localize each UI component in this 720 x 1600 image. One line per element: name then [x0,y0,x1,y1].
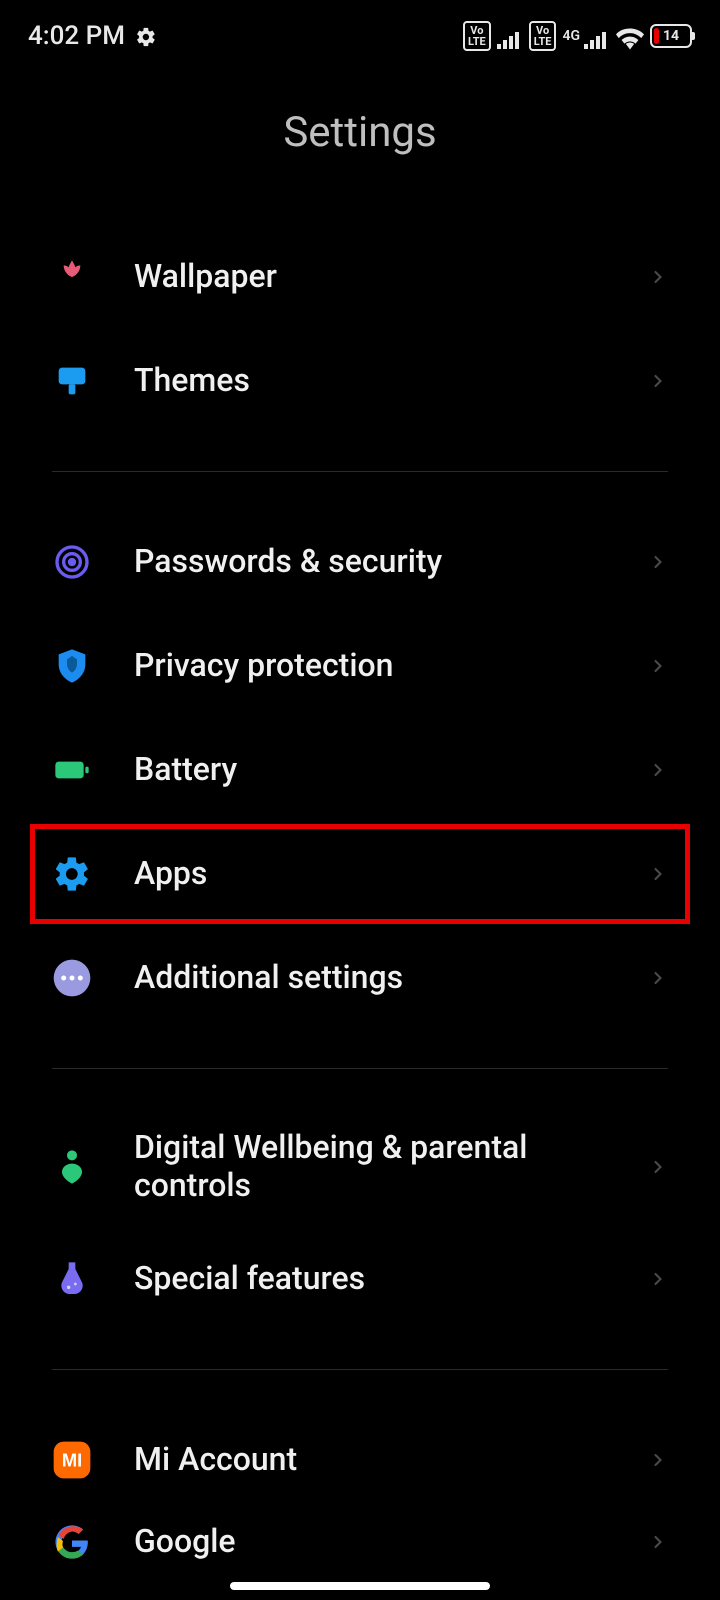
volte-icon-2: VoLTE [529,21,557,51]
chevron-right-icon [648,968,668,988]
row-passwords-security[interactable]: Passwords & security [0,510,720,614]
row-label: Digital Wellbeing & parental controls [134,1129,648,1205]
chevron-right-icon [648,1532,668,1552]
chevron-right-icon [648,656,668,676]
settings-list: Wallpaper Themes Passwords & security Pr… [0,225,720,1572]
row-label: Mi Account [134,1441,648,1479]
row-label: Special features [134,1260,648,1298]
fingerprint-icon [52,542,92,582]
row-label: Apps [134,855,648,893]
chevron-right-icon [648,1450,668,1470]
row-wallpaper[interactable]: Wallpaper [0,225,720,329]
row-label: Privacy protection [134,647,648,685]
network-label: 4G [562,29,580,43]
mi-logo-icon: MI [52,1440,92,1480]
volte-icon: VoLTE [463,21,491,51]
battery-icon [52,750,92,790]
brush-icon [52,361,92,401]
google-logo-icon [52,1522,92,1562]
battery-icon: 14 [650,24,692,48]
row-mi-account[interactable]: MI Mi Account [0,1408,720,1512]
row-digital-wellbeing[interactable]: Digital Wellbeing & parental controls [0,1107,720,1227]
row-battery[interactable]: Battery [0,718,720,822]
chevron-right-icon [648,267,668,287]
divider [52,471,668,472]
row-apps[interactable]: Apps [0,822,720,926]
chevron-right-icon [648,552,668,572]
person-heart-icon [52,1147,92,1187]
row-themes[interactable]: Themes [0,329,720,433]
row-google[interactable]: Google [0,1512,720,1572]
chevron-right-icon [648,1269,668,1289]
chevron-right-icon [648,1157,668,1177]
row-privacy-protection[interactable]: Privacy protection [0,614,720,718]
tulip-icon [52,257,92,297]
home-indicator[interactable] [230,1582,490,1590]
status-time: 4:02 PM [28,21,125,51]
row-label: Google [134,1523,648,1561]
row-label: Battery [134,751,648,789]
gear-icon [52,854,92,894]
flask-icon [52,1259,92,1299]
row-label: Wallpaper [134,258,648,296]
chevron-right-icon [648,864,668,884]
status-bar: 4:02 PM VoLTE VoLTE 4G 14 [0,0,720,72]
row-label: Additional settings [134,959,648,997]
row-additional-settings[interactable]: Additional settings [0,926,720,1030]
row-label: Themes [134,362,648,400]
chevron-right-icon [648,371,668,391]
more-icon [52,958,92,998]
shield-icon [52,646,92,686]
gear-icon [135,25,157,47]
svg-text:MI: MI [62,1450,82,1471]
battery-pct: 14 [652,26,690,46]
chevron-right-icon [648,760,668,780]
divider [52,1068,668,1069]
page-title: Settings [0,72,720,193]
wifi-icon [616,25,644,47]
status-left: 4:02 PM [28,21,157,51]
divider [52,1369,668,1370]
status-right: VoLTE VoLTE 4G 14 [463,21,692,51]
row-label: Passwords & security [134,543,648,581]
row-special-features[interactable]: Special features [0,1227,720,1331]
signal-icon [497,26,523,46]
signal-icon-2 [584,26,610,46]
